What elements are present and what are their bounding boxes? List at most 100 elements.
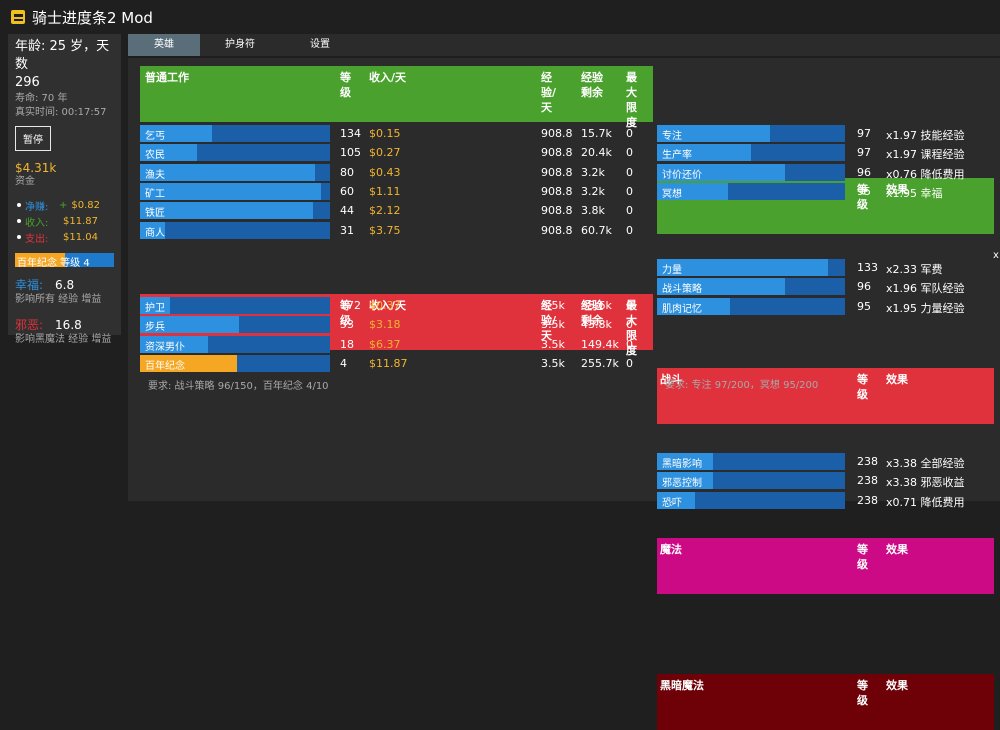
knight-helmet-icon <box>10 9 26 25</box>
centennial-progress-text: 百年纪念 等级 4 <box>17 258 90 269</box>
job-progress-bar[interactable]: 护卫 <box>140 297 330 314</box>
job-max: 0 <box>626 318 633 332</box>
skill-level: 238 <box>857 455 878 468</box>
skill-progress-bar[interactable]: 专注 <box>657 125 845 142</box>
level-header: 等级 <box>857 679 868 707</box>
skill-progress-bar[interactable]: 恐吓 <box>657 491 845 509</box>
net-label: 净赚: <box>25 201 49 213</box>
job-max: 0 <box>626 356 633 370</box>
job-max: 0 <box>626 337 633 351</box>
skill-row[interactable]: 力量 133 x2.33 军费 <box>657 258 994 276</box>
skill-row[interactable]: 恐吓 238 x0.71 降低费用 <box>657 491 994 509</box>
job-progress-bar[interactable]: 资深男仆 <box>140 335 330 353</box>
job-xpleft: 15.7k <box>581 127 612 140</box>
job-progress-bar[interactable]: 步兵 <box>140 316 330 334</box>
xp-header: 经验/天 <box>541 71 557 114</box>
skill-row[interactable]: 邪恶控制 238 x3.38 邪恶收益 <box>657 471 994 490</box>
job-row[interactable]: 百年纪念 4 $11.87 3.5k 255.7k 0 <box>140 354 653 372</box>
skill-row[interactable]: 生产率 97 x1.97 课程经验 <box>657 143 994 162</box>
job-max: 0 <box>626 184 633 198</box>
main-panel: 普通工作 等级 收入/天 经验/天 经验剩余 最大限度 乞丐 134 $0.15 908.8 15.… <box>128 58 1000 730</box>
job-row[interactable]: 资深男仆 18 $6.37 3.5k 149.4k 0 <box>140 335 653 353</box>
skill-row[interactable]: 肌肉记忆 95 x1.95 力量经验 <box>657 297 994 315</box>
job-income: $0.43 <box>369 165 401 179</box>
skill-progress-bar[interactable]: 肌肉记忆 <box>657 297 845 315</box>
skill-row[interactable]: 战斗策略 96 x1.96 军队经验 <box>657 277 994 296</box>
close-icon[interactable]: x <box>993 250 999 261</box>
job-progress-bar[interactable]: 矿工 <box>140 182 330 200</box>
job-max: 0 <box>626 204 633 218</box>
job-name: 矿工 <box>145 188 165 200</box>
skill-effect: x1.95 幸福 <box>886 186 943 200</box>
skill-progress-bar[interactable]: 邪恶控制 <box>657 472 845 490</box>
job-max: 0 <box>626 146 633 160</box>
happiness-label: 幸福: <box>15 278 44 292</box>
job-row[interactable]: 护卫 172 $0.37 3.5k 35.6k 0 <box>140 296 653 314</box>
job-max: 0 <box>626 299 633 312</box>
job-row[interactable]: 商人 31 $3.75 908.8 60.7k 0 <box>140 221 653 239</box>
job-progress-bar[interactable]: 乞丐 <box>140 125 330 142</box>
skill-name: 冥想 <box>662 188 682 200</box>
income-label: 收入: <box>25 217 49 229</box>
skill-progress-bar[interactable]: 冥想 <box>657 182 845 200</box>
expense-value: $11.04 <box>63 231 98 243</box>
effect-header: 效果 <box>886 373 908 386</box>
bullet-icon <box>17 219 21 223</box>
job-income: $0.37 <box>369 299 401 312</box>
job-name: 农民 <box>145 150 165 162</box>
job-row[interactable]: 乞丐 134 $0.15 908.8 15.7k 0 <box>140 124 653 142</box>
app-title: 骑士进度条2 Mod <box>32 8 153 27</box>
sidebar: 年龄: 25 岁，天数 296 寿命: 70 年 真实时间: 00:17:57 … <box>8 34 121 345</box>
skill-name: 生产率 <box>662 150 692 162</box>
job-row[interactable]: 铁匠 44 $2.12 908.8 3.8k 0 <box>140 201 653 220</box>
job-xp: 908.8 <box>541 223 573 237</box>
tab-settings[interactable]: 设置 <box>280 34 360 56</box>
skill-progress-bar[interactable]: 力量 <box>657 259 845 276</box>
skill-effect: x0.76 降低费用 <box>886 167 965 181</box>
job-row[interactable]: 农民 105 $0.27 908.8 20.4k 0 <box>140 143 653 162</box>
job-progress-bar[interactable]: 百年纪念 <box>140 354 330 372</box>
level-header: 等级 <box>857 543 868 571</box>
job-progress-bar[interactable]: 铁匠 <box>140 202 330 220</box>
job-row[interactable]: 渔夫 80 $0.43 908.8 3.2k 0 <box>140 163 653 181</box>
skill-name: 战斗策略 <box>662 284 702 296</box>
job-income: $11.87 <box>369 356 408 370</box>
job-xpleft: 255.7k <box>581 356 619 370</box>
job-income: $1.11 <box>369 184 401 198</box>
skill-progress-bar[interactable]: 战斗策略 <box>657 278 845 296</box>
job-row[interactable]: 步兵 53 $3.18 3.5k 43.8k 0 <box>140 315 653 334</box>
tab-hero[interactable]: 英雄 <box>128 34 200 56</box>
income-value: $11.87 <box>63 215 98 227</box>
skill-row[interactable]: 冥想 95 x1.95 幸福 <box>657 182 994 200</box>
happiness-stat: 幸福: 6.8 <box>15 276 114 293</box>
pause-button[interactable]: 暂停 <box>15 126 51 151</box>
skill-progress-bar[interactable]: 讨价还价 <box>657 163 845 181</box>
job-progress-bar[interactable]: 农民 <box>140 144 330 162</box>
expense-label: 支出: <box>25 233 49 245</box>
job-xp: 3.5k <box>541 299 565 312</box>
job-name: 护卫 <box>145 303 165 314</box>
skill-level: 95 <box>857 299 871 313</box>
skill-effect: x1.97 课程经验 <box>886 148 965 162</box>
job-xp: 908.8 <box>541 127 573 140</box>
skill-progress-bar[interactable]: 黑暗影响 <box>657 453 845 470</box>
skill-row[interactable]: 黑暗影响 238 x3.38 全部经验 <box>657 452 994 470</box>
job-progress-bar[interactable]: 商人 <box>140 221 330 239</box>
job-xpleft: 3.2k <box>581 165 605 179</box>
centennial-progress-bar[interactable]: 百年纪念 等级 4 <box>15 253 114 269</box>
net-sign: + <box>59 199 68 211</box>
skill-name: 邪恶控制 <box>662 478 702 490</box>
job-level: 60 <box>340 184 354 198</box>
skill-effect: x3.38 邪恶收益 <box>886 476 965 490</box>
skill-category-header-dark_magic: 黑暗魔法 等级 效果 <box>657 674 994 730</box>
skill-progress-bar[interactable]: 生产率 <box>657 144 845 162</box>
job-xpleft: 3.2k <box>581 184 605 198</box>
job-income: $0.15 <box>369 127 401 140</box>
skill-row[interactable]: 专注 97 x1.97 技能经验 <box>657 124 994 142</box>
job-progress-bar[interactable]: 渔夫 <box>140 163 330 181</box>
job-income: $6.37 <box>369 337 401 351</box>
skill-row[interactable]: 讨价还价 96 x0.76 降低费用 <box>657 163 994 181</box>
job-income: $2.12 <box>369 204 401 218</box>
job-row[interactable]: 矿工 60 $1.11 908.8 3.2k 0 <box>140 182 653 200</box>
tab-amulet[interactable]: 护身符 <box>200 34 280 56</box>
